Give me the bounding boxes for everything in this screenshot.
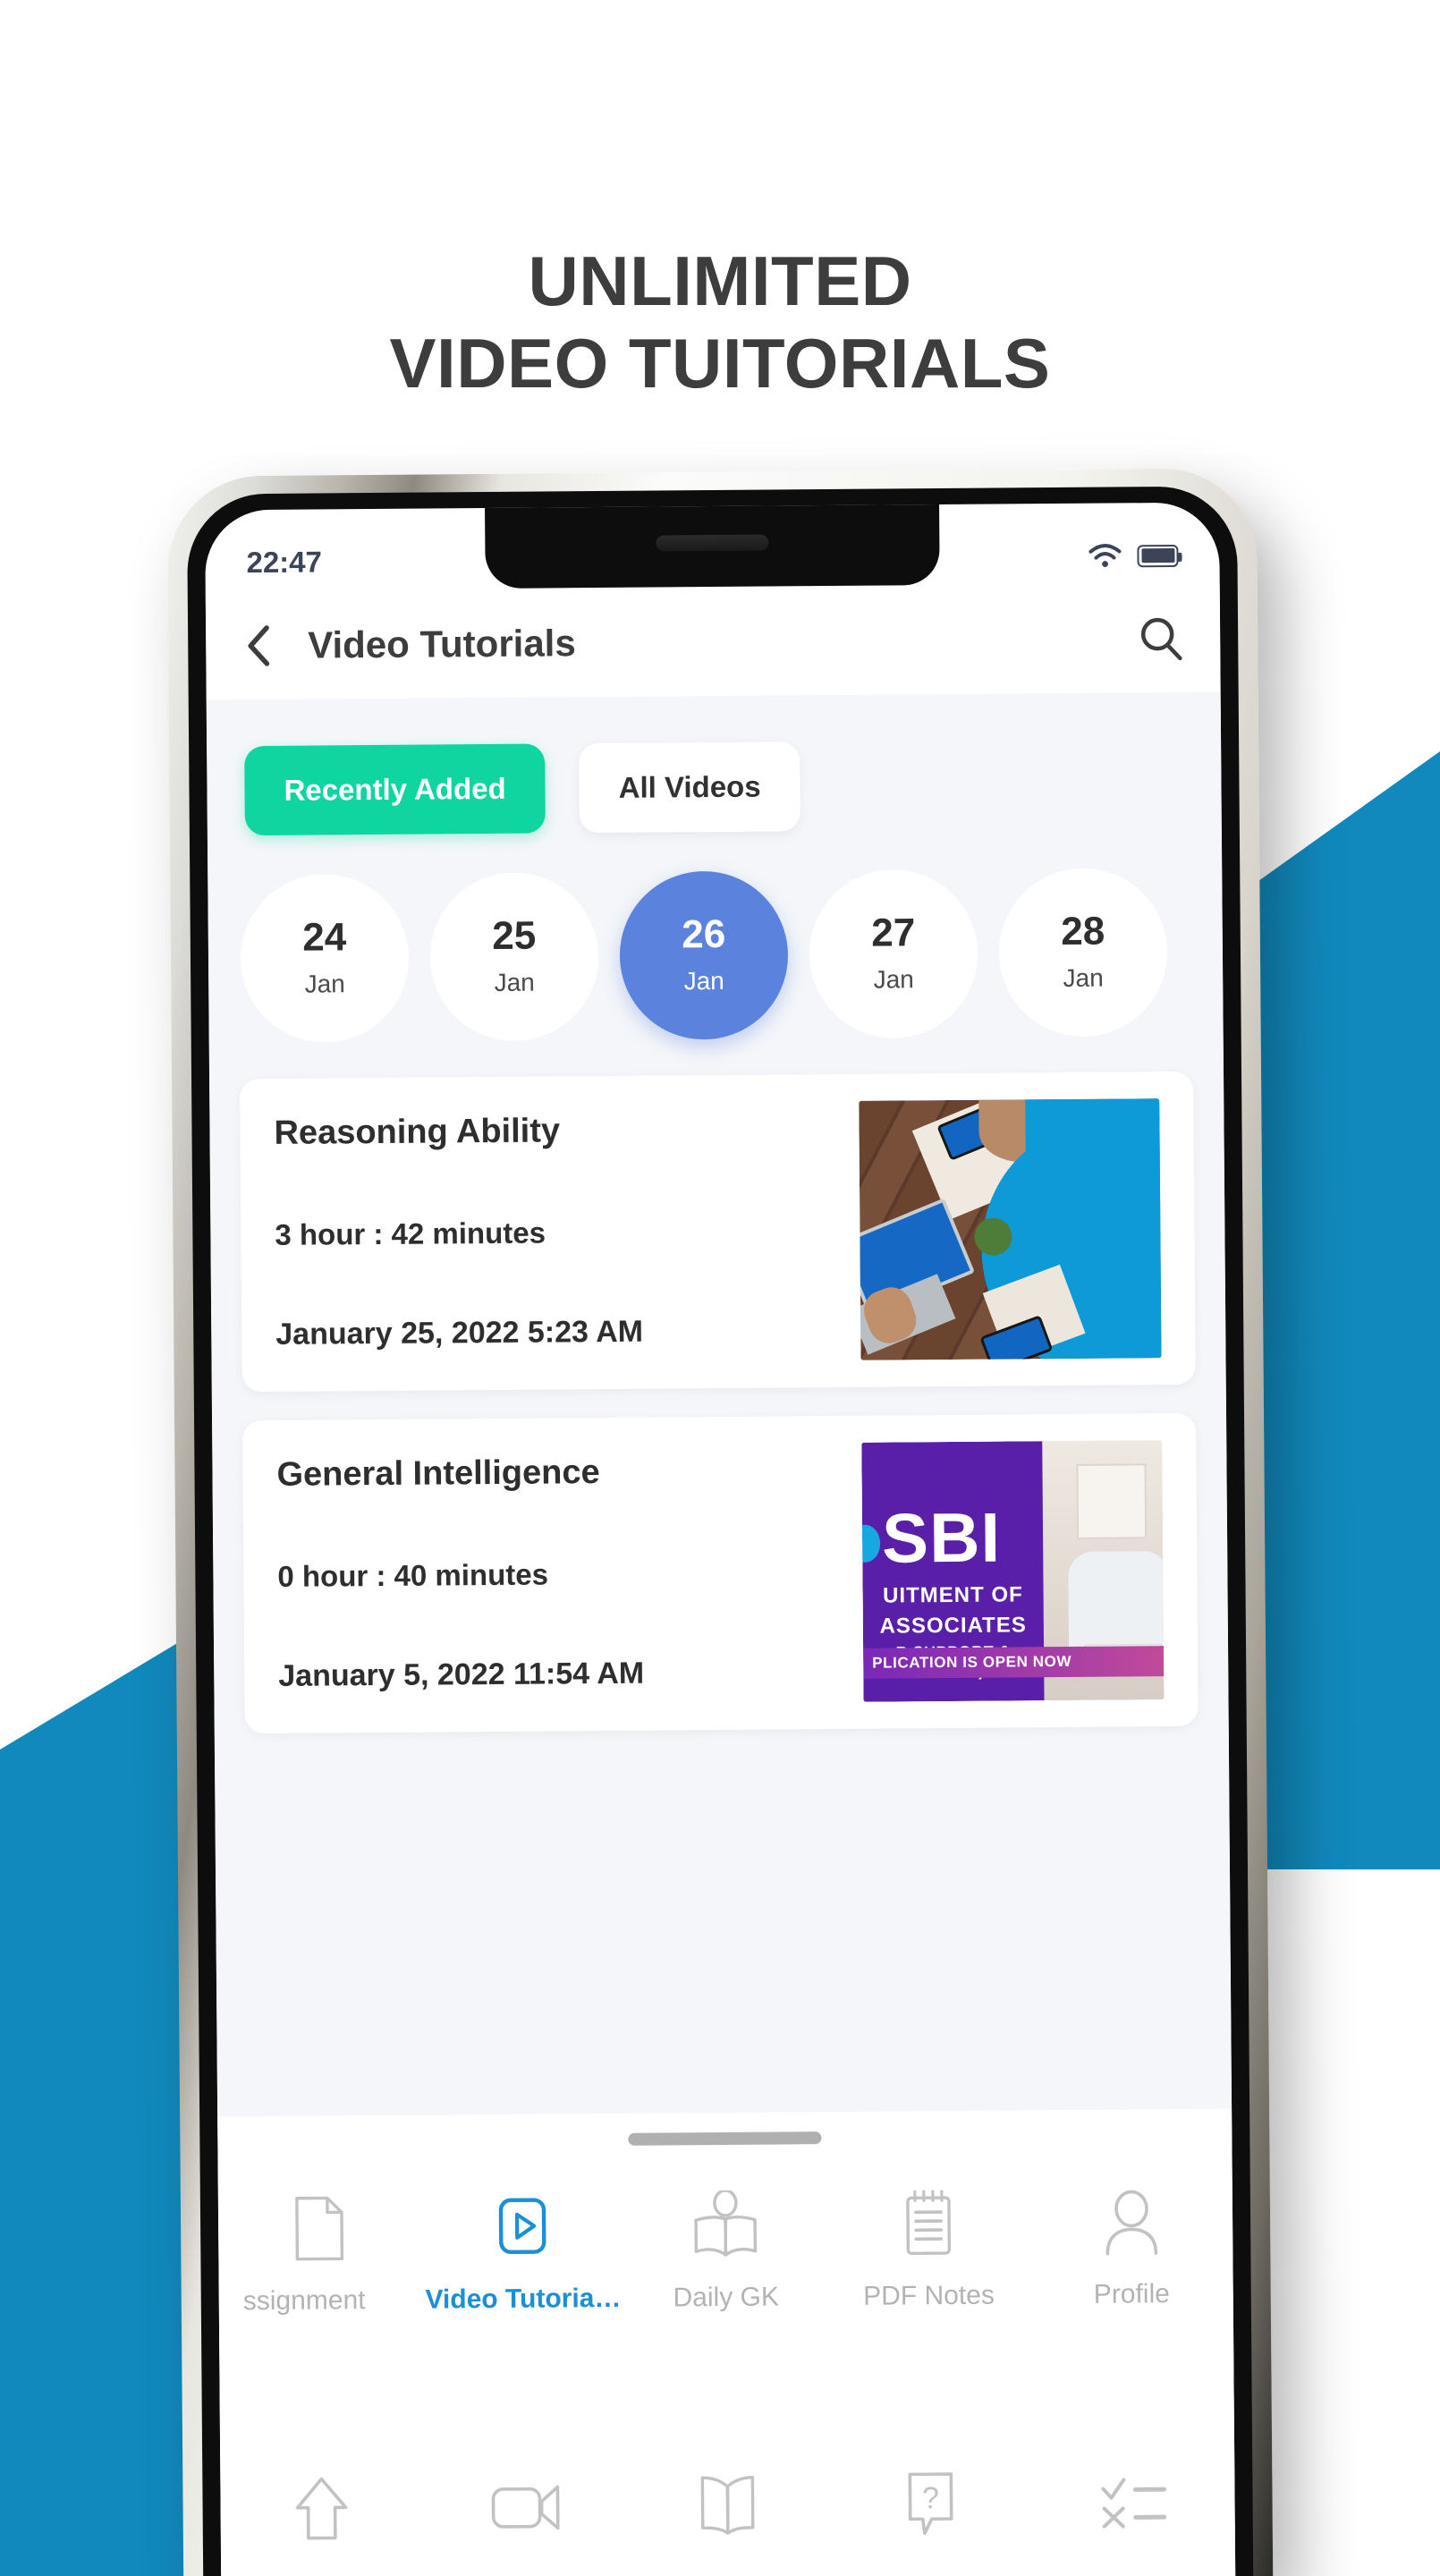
date-day: 27: [871, 911, 916, 955]
poster-banner: PLICATION IS OPEN NOW: [863, 1646, 1165, 1679]
promo-canvas: UNLIMITED VIDEO TUITORIALS 22:47 Video T…: [0, 0, 1440, 2576]
search-icon[interactable]: [1138, 615, 1184, 662]
tab-all-videos-label: All Videos: [618, 769, 761, 804]
video-play-icon: [490, 2192, 555, 2261]
bottom-navigation: ssignment Video Tutoria… Daily GK PDF No…: [217, 2157, 1234, 2436]
video-card-text: General Intelligence 0 hour : 40 minutes…: [276, 1448, 644, 1703]
date-day: 24: [302, 915, 347, 960]
home-indicator[interactable]: [628, 2131, 822, 2146]
open-book-icon: [689, 2190, 763, 2260]
battery-full-icon: [1137, 544, 1179, 567]
app-header: Video Tutorials: [205, 584, 1221, 700]
date-chip-24[interactable]: 24 Jan: [240, 873, 410, 1044]
question-bubble-icon: ?: [901, 2466, 961, 2545]
phone-bezel: 22:47 Video Tutorials Recently Added All…: [186, 486, 1254, 2576]
nav-label-daily-gk: Daily GK: [673, 2282, 780, 2313]
date-day: 28: [1061, 909, 1105, 953]
earpiece-speaker: [656, 534, 769, 552]
user-icon: [1099, 2188, 1163, 2257]
date-chip-25[interactable]: 25 Jan: [429, 872, 599, 1042]
nav-item-daily-gk[interactable]: Daily GK: [623, 2190, 827, 2314]
nav-label-pdf-notes: PDF Notes: [863, 2280, 995, 2311]
secondary-nav-video[interactable]: [423, 2475, 626, 2542]
date-month: Jan: [683, 966, 724, 996]
phone-mockup: 22:47 Video Tutorials Recently Added All…: [166, 468, 1274, 2576]
headline-line-2: VIDEO TUITORIALS: [389, 324, 1051, 403]
date-month: Jan: [1063, 963, 1104, 992]
poster-line-1: UITMENT OF: [882, 1582, 1023, 1608]
svg-text:?: ?: [922, 2481, 939, 2515]
date-month: Jan: [494, 968, 535, 996]
poster-picture-frame: [1076, 1463, 1148, 1539]
background-shape-left: [0, 1637, 188, 2576]
nav-item-assignment[interactable]: ssignment: [218, 2194, 422, 2318]
phone-screen: 22:47 Video Tutorials Recently Added All…: [205, 502, 1236, 2576]
tab-recently-added[interactable]: Recently Added: [244, 743, 546, 836]
video-camera-icon: [487, 2476, 564, 2542]
date-month: Jan: [873, 965, 914, 994]
video-card-text: Reasoning Ability 3 hour : 42 minutes Ja…: [274, 1106, 643, 1361]
wifi-icon: [1088, 544, 1122, 567]
status-icons: [1087, 542, 1179, 570]
video-title: General Intelligence: [276, 1453, 600, 1494]
status-time: 22:47: [246, 545, 323, 580]
tab-all-videos[interactable]: All Videos: [579, 741, 801, 834]
secondary-nav-checklist[interactable]: [1031, 2471, 1234, 2537]
secondary-nav-help[interactable]: ?: [829, 2466, 1032, 2546]
nav-label-assignment: ssignment: [242, 2285, 366, 2317]
phone-notch: [485, 503, 940, 589]
date-chip-27[interactable]: 27 Jan: [809, 869, 978, 1039]
book-icon: [691, 2471, 764, 2543]
nav-item-video-tutorials[interactable]: Video Tutoria…: [421, 2192, 625, 2316]
secondary-navigation: ?: [219, 2427, 1236, 2576]
page-title: Video Tutorials: [308, 622, 576, 666]
checklist-icon: [1096, 2472, 1172, 2537]
home-indicator-zone: [217, 2108, 1232, 2165]
nav-item-pdf-notes[interactable]: PDF Notes: [826, 2189, 1030, 2312]
video-card-list: Reasoning Ability 3 hour : 42 minutes Ja…: [209, 1071, 1229, 1734]
video-published-date: January 25, 2022 5:23 AM: [275, 1314, 644, 1352]
date-chip-26-selected[interactable]: 26 Jan: [619, 870, 789, 1040]
nav-item-profile[interactable]: Profile: [1029, 2188, 1233, 2311]
nav-label-profile: Profile: [1093, 2279, 1170, 2309]
video-card[interactable]: General Intelligence 0 hour : 40 minutes…: [242, 1412, 1199, 1734]
date-chip-28[interactable]: 28 Jan: [998, 868, 1168, 1038]
document-icon: [292, 2194, 348, 2262]
desk-laptop-photo: [859, 1098, 1162, 1360]
video-thumbnail[interactable]: SBI UITMENT OF ASSOCIATES R SUPPORT & SA…: [861, 1440, 1165, 1702]
sbi-recruitment-poster: SBI UITMENT OF ASSOCIATES R SUPPORT & SA…: [861, 1440, 1165, 1702]
nav-label-video-tutorials: Video Tutoria…: [425, 2283, 622, 2315]
video-duration: 0 hour : 40 minutes: [277, 1557, 549, 1593]
video-card[interactable]: Reasoning Ability 3 hour : 42 minutes Ja…: [240, 1071, 1196, 1393]
video-duration: 3 hour : 42 minutes: [275, 1216, 546, 1251]
headline-line-1: UNLIMITED: [528, 242, 912, 320]
promo-headline: UNLIMITED VIDEO TUITORIALS: [0, 240, 1440, 404]
secondary-nav-home[interactable]: [220, 2470, 423, 2550]
home-icon: [289, 2471, 356, 2550]
poster-person-shirt: [1068, 1551, 1165, 1650]
secondary-nav-book[interactable]: [626, 2471, 829, 2544]
video-published-date: January 5, 2022 11:54 AM: [278, 1656, 645, 1693]
date-month: Jan: [304, 970, 345, 998]
video-title: Reasoning Ability: [274, 1112, 561, 1152]
poster-line-2: ASSOCIATES: [879, 1613, 1027, 1639]
poster-logo-text: SBI: [881, 1497, 1002, 1578]
back-chevron-icon[interactable]: [241, 623, 277, 668]
date-day: 26: [682, 911, 726, 957]
tab-recently-added-label: Recently Added: [284, 771, 506, 807]
date-day: 25: [492, 913, 537, 958]
filter-tab-group: Recently Added All Videos: [207, 692, 1222, 836]
notepad-icon: [899, 2190, 959, 2258]
video-thumbnail[interactable]: [859, 1098, 1162, 1360]
thumb-plant: [974, 1217, 1012, 1256]
date-selector-strip[interactable]: 24 Jan 25 Jan 26 Jan 27 Jan 28 Jan: [208, 828, 1224, 1080]
